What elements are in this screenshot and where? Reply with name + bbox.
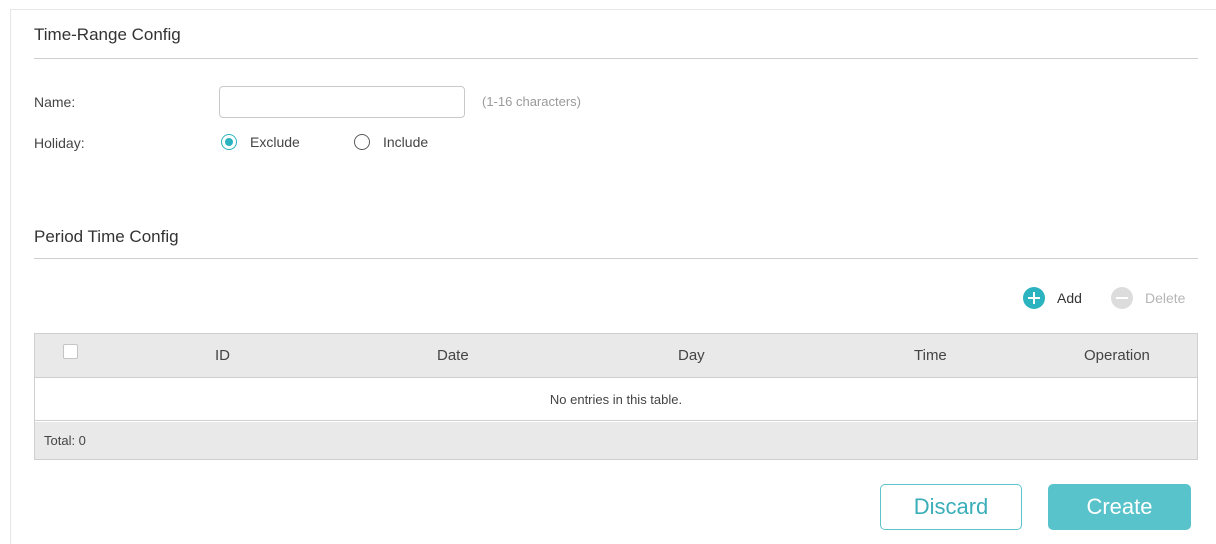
create-button[interactable]: Create <box>1048 484 1191 530</box>
delete-button[interactable]: Delete <box>1111 287 1185 309</box>
select-all-checkbox[interactable] <box>63 344 78 359</box>
column-header-day[interactable]: Day <box>678 334 705 378</box>
add-button[interactable]: Add <box>1023 287 1082 309</box>
period-time-config-title: Period Time Config <box>34 227 179 246</box>
time-range-config-title: Time-Range Config <box>34 25 181 44</box>
name-input[interactable] <box>219 86 465 118</box>
time-range-config-divider <box>34 58 1198 59</box>
period-time-table: ID Date Day Time Operation No entries in… <box>34 333 1198 460</box>
radio-unchecked-icon <box>354 134 370 150</box>
name-label: Name: <box>34 94 76 110</box>
holiday-exclude-label: Exclude <box>250 134 300 150</box>
column-header-operation[interactable]: Operation <box>1084 334 1150 378</box>
discard-button[interactable]: Discard <box>880 484 1022 530</box>
table-total: Total: 0 <box>35 422 1197 459</box>
name-hint: (1-16 characters) <box>482 94 581 109</box>
holiday-include-radio[interactable]: Include <box>354 134 428 150</box>
holiday-label: Holiday: <box>34 135 85 151</box>
holiday-include-label: Include <box>383 134 429 150</box>
panel-frame <box>10 9 1216 544</box>
column-header-id[interactable]: ID <box>215 334 230 378</box>
table-header: ID Date Day Time Operation <box>35 334 1197 378</box>
delete-label: Delete <box>1145 290 1186 306</box>
empty-table-message: No entries in this table. <box>35 378 1197 421</box>
radio-checked-icon <box>221 134 237 150</box>
column-header-time[interactable]: Time <box>914 334 947 378</box>
holiday-exclude-radio[interactable]: Exclude <box>221 134 300 150</box>
column-header-date[interactable]: Date <box>437 334 469 378</box>
minus-circle-icon <box>1111 287 1133 309</box>
period-time-config-divider <box>34 258 1198 259</box>
add-label: Add <box>1057 290 1082 306</box>
plus-circle-icon <box>1023 287 1045 309</box>
